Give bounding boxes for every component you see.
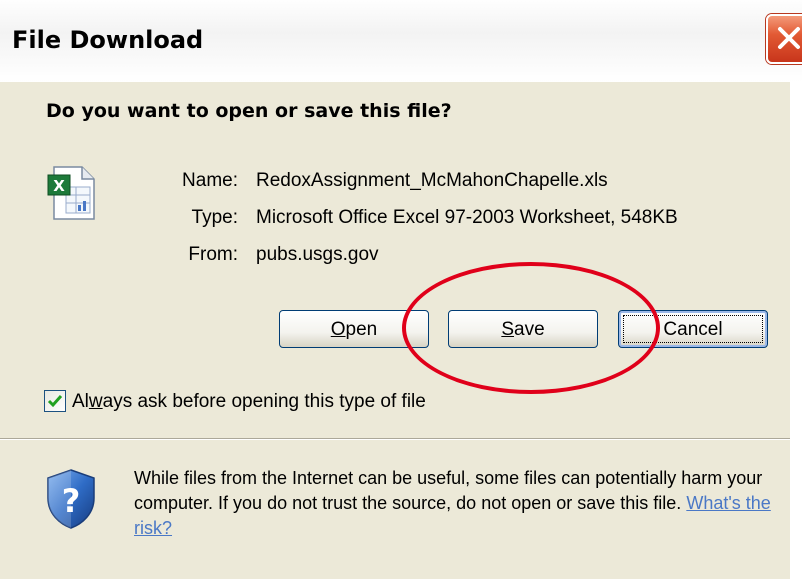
red-highlight-circle	[402, 262, 660, 394]
open-button-mnemonic: O	[330, 319, 346, 340]
type-label: Type:	[191, 207, 238, 228]
dialog-title: File Download	[12, 26, 204, 54]
title-bar[interactable]: File Download	[0, 0, 802, 82]
always-ask-label-end: ays ask before opening this type of file	[102, 391, 426, 412]
open-button-label: pen	[345, 319, 378, 340]
checkmark-icon	[47, 395, 63, 408]
close-icon	[778, 27, 800, 49]
always-ask-mnemonic: w	[88, 391, 103, 412]
always-ask-label-start: Al	[72, 391, 89, 412]
close-button[interactable]	[766, 14, 802, 64]
excel-file-icon: X	[47, 166, 95, 220]
from-label: From:	[188, 244, 238, 265]
file-source-value: pubs.usgs.gov	[256, 244, 379, 265]
name-label: Name:	[182, 170, 238, 191]
always-ask-checkbox[interactable]	[44, 390, 66, 412]
file-download-dialog: File Download Do you want to open or sav…	[0, 0, 802, 579]
security-warning-text: While files from the Internet can be use…	[134, 466, 784, 541]
shield-question-icon: ?	[47, 469, 95, 529]
section-divider	[0, 438, 790, 440]
svg-text:X: X	[53, 177, 65, 195]
window-edge	[790, 82, 802, 579]
always-ask-label[interactable]: Always ask before opening this type of f…	[72, 391, 426, 413]
question-heading: Do you want to open or save this file?	[46, 100, 452, 122]
cancel-button-label: Cancel	[663, 319, 723, 340]
warning-message: While files from the Internet can be use…	[134, 468, 763, 513]
svg-text:?: ?	[62, 482, 81, 520]
file-type-value: Microsoft Office Excel 97-2003 Worksheet…	[256, 207, 678, 228]
file-name-value: RedoxAssignment_McMahonChapelle.xls	[256, 170, 608, 191]
